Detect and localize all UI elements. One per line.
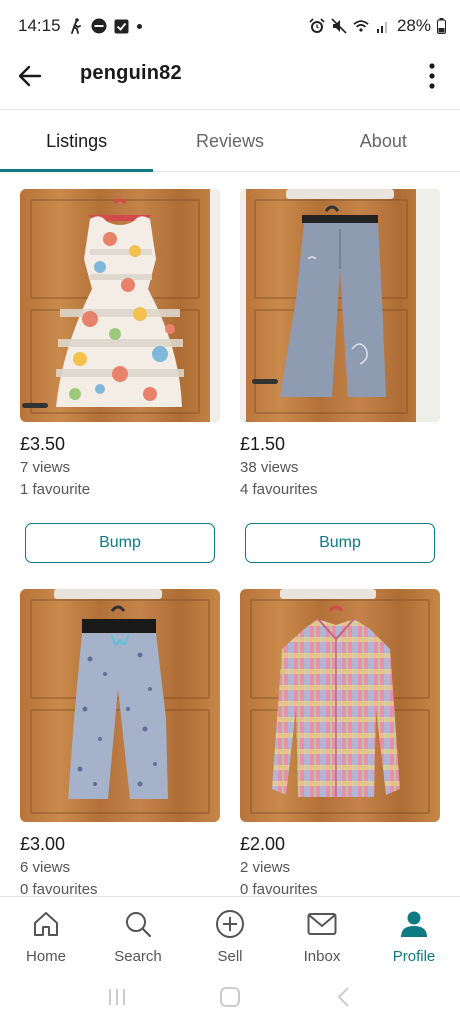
search-icon <box>123 909 153 939</box>
status-time: 14:15 <box>18 16 61 35</box>
wifi-icon <box>353 18 369 34</box>
minus-circle-icon <box>91 18 107 34</box>
listing-card[interactable]: £3.00 6 views 0 favourites <box>20 589 220 896</box>
listing-favourites: 1 favourite <box>20 481 91 498</box>
chevron-left-icon <box>337 987 350 1007</box>
floral-dress-image <box>56 198 184 407</box>
listing-photo[interactable] <box>240 589 440 822</box>
listing-price: £3.00 <box>20 834 66 854</box>
floral-trousers-image <box>68 605 168 799</box>
mute-icon <box>331 18 347 34</box>
nav-home[interactable]: Home <box>0 897 92 970</box>
nav-profile[interactable]: Profile <box>368 897 460 970</box>
mail-icon <box>307 909 337 939</box>
walking-icon <box>68 18 84 34</box>
status-left: 14:15 <box>18 16 142 36</box>
check-shirt-image <box>272 605 400 797</box>
back-system-button[interactable] <box>323 982 363 1012</box>
app-header: penguin82 <box>0 52 460 110</box>
person-icon <box>399 909 429 939</box>
recent-apps-button[interactable] <box>97 982 137 1012</box>
home-square-icon <box>219 987 240 1007</box>
listing-favourites: 0 favourites <box>240 881 318 896</box>
listing-photo[interactable] <box>20 589 220 822</box>
back-arrow-icon <box>18 65 42 87</box>
nav-search[interactable]: Search <box>92 897 184 970</box>
checkbox-icon <box>114 18 130 34</box>
listing-favourites: 0 favourites <box>20 881 98 896</box>
more-options-button[interactable] <box>418 58 446 94</box>
tab-listings[interactable]: Listings <box>0 111 154 172</box>
signal-icon <box>375 18 391 34</box>
battery-icon <box>437 18 446 34</box>
tab-reviews[interactable]: Reviews <box>153 111 306 171</box>
listing-photo[interactable] <box>240 189 440 422</box>
listing-favourites: 4 favourites <box>240 481 318 498</box>
plus-circle-icon <box>215 909 245 939</box>
listing-views: 6 views <box>20 859 71 876</box>
nav-label: Sell <box>217 948 243 965</box>
bump-button[interactable]: Bump <box>25 523 215 563</box>
listing-views: 7 views <box>20 459 71 476</box>
listing-card[interactable]: £1.50 38 views 4 favourites Bump <box>240 189 440 563</box>
grey-trousers-image <box>280 205 386 397</box>
nav-label: Search <box>114 948 162 965</box>
listing-views: 38 views <box>240 459 299 476</box>
system-navigation <box>0 970 460 1024</box>
nav-sell[interactable]: Sell <box>184 897 276 970</box>
recent-apps-icon <box>108 989 125 1005</box>
home-icon <box>31 909 61 939</box>
listings-grid: £3.50 7 views 1 favourite Bump £1.50 38 … <box>0 172 460 896</box>
listing-views: 2 views <box>240 859 291 876</box>
profile-tabs: Listings Reviews About <box>0 111 460 172</box>
nav-label: Home <box>25 948 66 965</box>
listing-price: £1.50 <box>240 434 286 454</box>
page-title: penguin82 <box>80 62 182 84</box>
status-right: 28% <box>309 16 446 36</box>
nav-label: Profile <box>392 948 436 965</box>
listing-card[interactable]: £2.00 2 views 0 favourites <box>240 589 440 896</box>
listing-card[interactable]: £3.50 7 views 1 favourite Bump <box>20 189 220 563</box>
more-vertical-icon <box>429 63 435 89</box>
back-button[interactable] <box>14 60 46 92</box>
nav-inbox[interactable]: Inbox <box>276 897 368 970</box>
listing-photo[interactable] <box>20 189 220 422</box>
status-bar: 14:15 28% <box>0 0 460 52</box>
bump-button[interactable]: Bump <box>245 523 435 563</box>
listing-price: £2.00 <box>240 834 286 854</box>
battery-percent: 28% <box>396 16 431 35</box>
dot-icon <box>136 23 142 29</box>
bottom-navigation: Home Search Sell Inbox Profile <box>0 896 460 970</box>
home-system-button[interactable] <box>210 982 250 1012</box>
listing-price: £3.50 <box>20 434 66 454</box>
nav-label: Inbox <box>303 948 341 965</box>
tab-about[interactable]: About <box>307 111 460 171</box>
alarm-icon <box>309 18 325 34</box>
